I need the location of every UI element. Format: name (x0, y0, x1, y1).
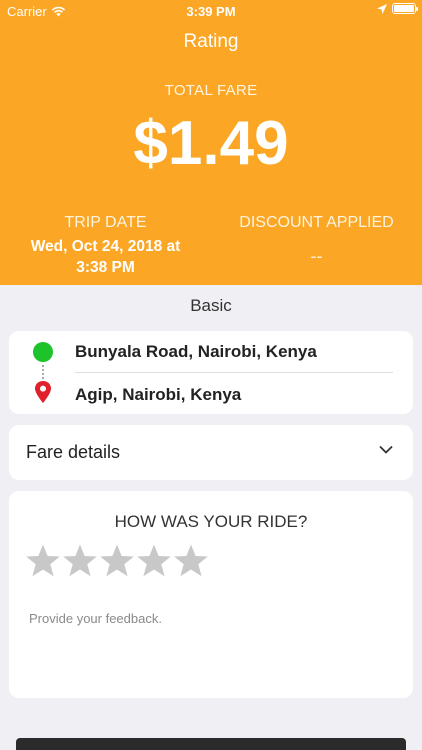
total-fare-label: TOTAL FARE (164, 82, 258, 99)
discount-value: -- (310, 246, 323, 266)
star-rating[interactable] (25, 543, 209, 579)
trip-date-value: Wed, Oct 24, 2018 at 3:38 PM (0, 236, 211, 278)
star-icon[interactable] (136, 543, 172, 579)
rating-card: HOW WAS YOUR RIDE? Provide your feedback… (9, 491, 413, 698)
pickup-dot-icon (33, 342, 53, 362)
pickup-address: Bunyala Road, Nairobi, Kenya (75, 342, 317, 361)
discount-section: DISCOUNT APPLIED -- (211, 214, 422, 267)
trip-date-section: TRIP DATE Wed, Oct 24, 2018 at 3:38 PM (0, 214, 211, 278)
trip-date-line2: 3:38 PM (76, 259, 135, 276)
location-arrow-icon (377, 3, 387, 14)
chevron-down-icon (379, 445, 393, 454)
star-icon[interactable] (25, 543, 61, 579)
dropoff-address: Agip, Nairobi, Kenya (75, 385, 242, 404)
star-icon[interactable] (62, 543, 98, 579)
rating-question: HOW WAS YOUR RIDE? (114, 512, 308, 531)
fare-details-toggle[interactable]: Fare details (9, 425, 413, 480)
status-right (377, 3, 418, 14)
status-time: 3:39 PM (186, 4, 236, 19)
battery-icon (392, 3, 418, 14)
total-fare-amount: $1.49 (133, 109, 289, 178)
feedback-input[interactable]: Provide your feedback. (29, 611, 162, 626)
trip-date-label: TRIP DATE (64, 214, 147, 231)
fare-header: Carrier 3:39 PM Rating TOTAL FARE $1.49 … (0, 0, 422, 285)
route-card: Bunyala Road, Nairobi, Kenya Agip, Nairo… (9, 331, 413, 414)
star-icon[interactable] (173, 543, 209, 579)
fare-details-label: Fare details (26, 442, 121, 462)
discount-label: DISCOUNT APPLIED (239, 214, 394, 231)
page-title: Rating (183, 31, 239, 52)
star-icon[interactable] (99, 543, 135, 579)
route-divider (75, 372, 393, 373)
dropoff-pin-icon (35, 381, 51, 403)
submit-button[interactable] (16, 738, 406, 750)
status-bar: Carrier 3:39 PM (0, 0, 422, 22)
trip-date-line1: Wed, Oct 24, 2018 at (30, 238, 181, 255)
vehicle-type: Basic (190, 296, 232, 315)
